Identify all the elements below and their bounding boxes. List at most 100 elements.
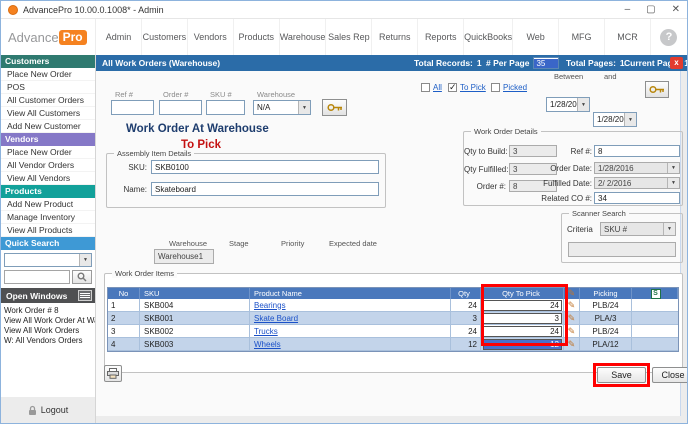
- nav-reports[interactable]: Reports: [418, 19, 464, 55]
- save-button[interactable]: Save: [597, 367, 646, 383]
- edit-icon[interactable]: ✎: [568, 340, 576, 349]
- date-from-select[interactable]: 1/28/2016: [546, 97, 590, 112]
- row-product: Wheels: [250, 338, 451, 351]
- nav-sales-rep[interactable]: Sales Rep: [326, 19, 372, 55]
- sidebar-item-view-all-products[interactable]: View All Products: [1, 224, 95, 237]
- nav-returns[interactable]: Returns: [372, 19, 418, 55]
- edit-icon[interactable]: ✎: [568, 314, 576, 323]
- all-checkbox[interactable]: All: [421, 83, 442, 92]
- product-link[interactable]: Trucks: [254, 327, 278, 336]
- date-to-select[interactable]: 1/28/2016: [593, 112, 637, 127]
- row-pick-cell: 3: [481, 312, 564, 325]
- order-date-label: Order Date:: [526, 164, 592, 173]
- chevron-down-icon: [663, 223, 675, 235]
- warehouse-label: Warehouse: [169, 239, 207, 248]
- open-window-work-order-8[interactable]: Work Order # 8: [4, 306, 95, 316]
- excel-export-icon[interactable]: S: [651, 289, 661, 299]
- assembly-sku-input[interactable]: SKB0100: [151, 160, 379, 174]
- nav-customers[interactable]: Customers: [142, 19, 188, 55]
- open-window-all-vendors-orders[interactable]: W: All Vendors Orders: [4, 336, 95, 346]
- nav-web[interactable]: Web: [513, 19, 559, 55]
- help-icon[interactable]: ?: [660, 29, 677, 46]
- row-sku: SKB002: [140, 325, 250, 338]
- maximize-icon[interactable]: ▢: [646, 2, 655, 18]
- checkbox-icon: [491, 83, 500, 92]
- sidebar-section-open-windows: Open Windows: [1, 288, 95, 303]
- minimize-icon[interactable]: –: [625, 2, 631, 18]
- nav-admin[interactable]: Admin: [96, 19, 142, 55]
- nav-quickbooks[interactable]: QuickBooks: [464, 19, 513, 55]
- nav-warehouse[interactable]: Warehouse: [280, 19, 327, 55]
- sidebar-item-all-vendor-orders[interactable]: All Vendor Orders: [1, 159, 95, 172]
- sidebar-item-view-all-vendors[interactable]: View All Vendors: [1, 172, 95, 185]
- qty-to-pick-input-selected[interactable]: 12: [483, 339, 562, 350]
- sidebar-item-all-customer-orders[interactable]: All Customer Orders: [1, 94, 95, 107]
- nav-mcr[interactable]: MCR: [605, 19, 651, 55]
- qty-to-pick-input[interactable]: 24: [483, 300, 562, 311]
- quick-search-input[interactable]: [4, 270, 70, 284]
- work-order-items-legend: Work Order Items: [112, 269, 177, 278]
- print-button[interactable]: [104, 365, 122, 382]
- related-co-label: Related CO #:: [526, 194, 592, 203]
- row-qty: 3: [451, 312, 481, 325]
- quick-search-select[interactable]: [4, 253, 92, 267]
- row-product: Trucks: [250, 325, 451, 338]
- edit-icon[interactable]: ✎: [568, 301, 576, 310]
- qty-to-pick-input[interactable]: 24: [483, 326, 562, 337]
- picked-checkbox[interactable]: Picked: [491, 83, 527, 92]
- order-filter-input[interactable]: [159, 100, 202, 115]
- sidebar-item-pos[interactable]: POS: [1, 81, 95, 94]
- search-filter-button[interactable]: [322, 99, 347, 116]
- nav-products[interactable]: Products: [234, 19, 280, 55]
- qty-to-pick-input[interactable]: 3: [483, 313, 562, 324]
- per-page-value: 35: [534, 59, 558, 68]
- logout-button[interactable]: Logout: [41, 405, 69, 415]
- per-page-input[interactable]: 35: [533, 57, 559, 69]
- row-picking: PLB/24: [580, 325, 632, 338]
- product-link[interactable]: Bearings: [254, 301, 286, 310]
- sku-filter-input[interactable]: [206, 100, 245, 115]
- col-no: No: [108, 288, 140, 299]
- row-no: 3: [108, 325, 140, 338]
- to-pick-checkbox[interactable]: To Pick: [448, 83, 486, 92]
- related-co-input[interactable]: 34: [594, 192, 680, 204]
- edit-icon[interactable]: ✎: [568, 327, 576, 336]
- close-icon[interactable]: ✕: [672, 2, 680, 18]
- ref-filter-input[interactable]: [111, 100, 154, 115]
- work-order-items-table: No SKU Product Name Qty Qty To Pick ✎ Pi…: [107, 287, 679, 352]
- row-picking: PLB/24: [580, 299, 632, 312]
- sidebar-item-add-new-product[interactable]: Add New Product: [1, 198, 95, 211]
- row-edit-cell: ✎: [564, 312, 580, 325]
- open-window-view-all-wo-at-warehouse[interactable]: View All Work Order At War: [4, 316, 95, 326]
- product-link[interactable]: Wheels: [254, 340, 281, 349]
- date-search-button[interactable]: [645, 81, 669, 98]
- nav-vendors[interactable]: Vendors: [188, 19, 234, 55]
- sidebar-item-manage-inventory[interactable]: Manage Inventory: [1, 211, 95, 224]
- ref-input[interactable]: 8: [594, 145, 680, 157]
- app-window: AdvancePro 10.00.0.1008* - Admin – ▢ ✕ A…: [0, 0, 688, 424]
- fulfilled-date-label: Fulfilled Date:: [526, 179, 592, 188]
- col-sku: SKU: [140, 288, 250, 299]
- close-button[interactable]: Close: [652, 367, 688, 383]
- col-qty-to-pick: Qty To Pick: [481, 288, 564, 299]
- open-window-view-all-work-orders[interactable]: View All Work Orders: [4, 326, 95, 336]
- product-link[interactable]: Skate Board: [254, 314, 298, 323]
- quick-search-button[interactable]: [72, 270, 92, 284]
- row-pick-cell: 24: [481, 299, 564, 312]
- window-list-icon[interactable]: [78, 290, 92, 301]
- nav-mfg[interactable]: MFG: [559, 19, 605, 55]
- close-page-icon[interactable]: x: [670, 57, 683, 69]
- row-sku: SKB004: [140, 299, 250, 312]
- row-export-cell: [632, 338, 678, 351]
- sidebar-item-place-new-order-vendor[interactable]: Place New Order: [1, 146, 95, 159]
- sidebar-item-place-new-order-customer[interactable]: Place New Order: [1, 68, 95, 81]
- col-qty: Qty: [451, 288, 481, 299]
- window-controls: – ▢ ✕: [625, 2, 680, 18]
- assembly-name-input[interactable]: Skateboard: [151, 182, 379, 196]
- table-row: 2 SKB001 Skate Board 3 3 ✎ PLA/3: [108, 312, 678, 325]
- scanner-input[interactable]: [568, 242, 676, 257]
- warehouse-filter-select[interactable]: N/A: [253, 100, 311, 115]
- sidebar-item-add-new-customer[interactable]: Add New Customer: [1, 120, 95, 133]
- criteria-select[interactable]: SKU #: [600, 222, 676, 236]
- sidebar-item-view-all-customers[interactable]: View All Customers: [1, 107, 95, 120]
